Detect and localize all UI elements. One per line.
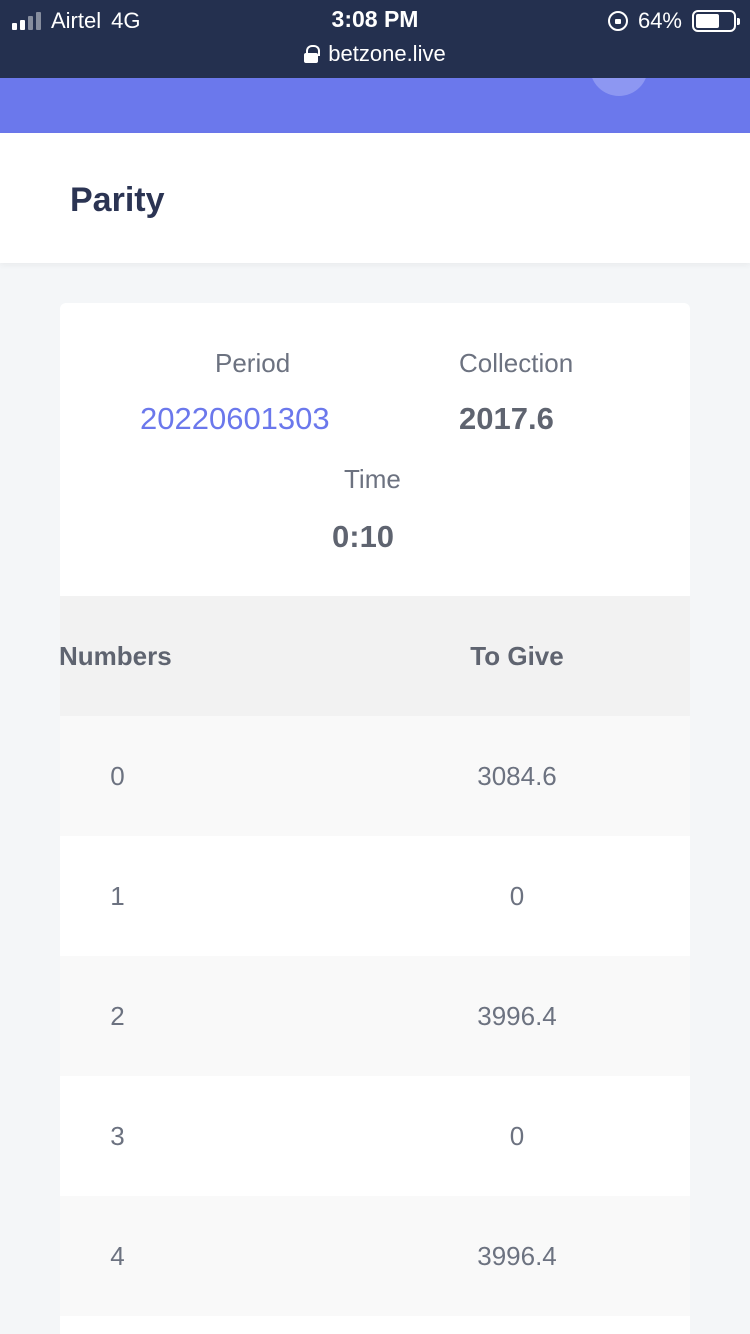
status-indicators: 64%	[607, 8, 740, 34]
game-info-card: Period 20220601303 Collection 2017.6 Tim…	[59, 303, 690, 1334]
number-cell: 4	[110, 1241, 125, 1271]
table-row: 2 3996.4	[60, 956, 690, 1076]
to-give-cell: 0	[509, 881, 525, 911]
to-give-cell: 3996.4	[477, 1241, 557, 1271]
table-row: 3 0	[60, 1076, 690, 1196]
title-card: Parity	[0, 133, 750, 263]
to-give-cell: 3084.6	[477, 761, 557, 791]
address-bar[interactable]: betzone.live	[0, 40, 750, 68]
page-title: Parity	[70, 181, 165, 219]
period-label: Period	[215, 348, 291, 378]
collection-label: Collection	[459, 348, 574, 378]
number-cell: 0	[110, 761, 125, 791]
period-value: 20220601303	[140, 401, 330, 436]
number-cell: 1	[110, 881, 125, 911]
column-header-numbers: Numbers	[59, 641, 172, 671]
url-text[interactable]: betzone.live	[328, 41, 445, 67]
to-give-cell: 0	[509, 1121, 525, 1151]
ios-status-bar: Airtel 4G 3:08 PM 64% betzone.live	[0, 0, 750, 78]
table-header-row: Numbers To Give	[59, 596, 690, 716]
table-row: 0 3084.6	[60, 716, 690, 836]
countdown-timer: 0:10	[332, 519, 395, 554]
time-label: Time	[344, 464, 401, 494]
column-header-to-give: To Give	[470, 641, 564, 671]
number-cell: 3	[110, 1121, 125, 1151]
numbers-table: Numbers To Give 0 3084.6 1 0 2 3996.4 3 …	[59, 596, 690, 1316]
number-cell: 2	[110, 1001, 125, 1031]
battery-icon	[692, 10, 740, 32]
battery-fill	[696, 14, 720, 28]
app-header	[0, 78, 750, 133]
table-row: 4 3996.4	[60, 1196, 690, 1316]
to-give-cell: 3996.4	[477, 1001, 557, 1031]
lock-icon	[304, 45, 321, 63]
collection-value: 2017.6	[459, 401, 554, 436]
avatar[interactable]	[590, 78, 648, 96]
battery-percent: 64%	[637, 8, 682, 33]
rotation-lock-icon	[607, 11, 628, 31]
table-row: 1 0	[60, 836, 690, 956]
